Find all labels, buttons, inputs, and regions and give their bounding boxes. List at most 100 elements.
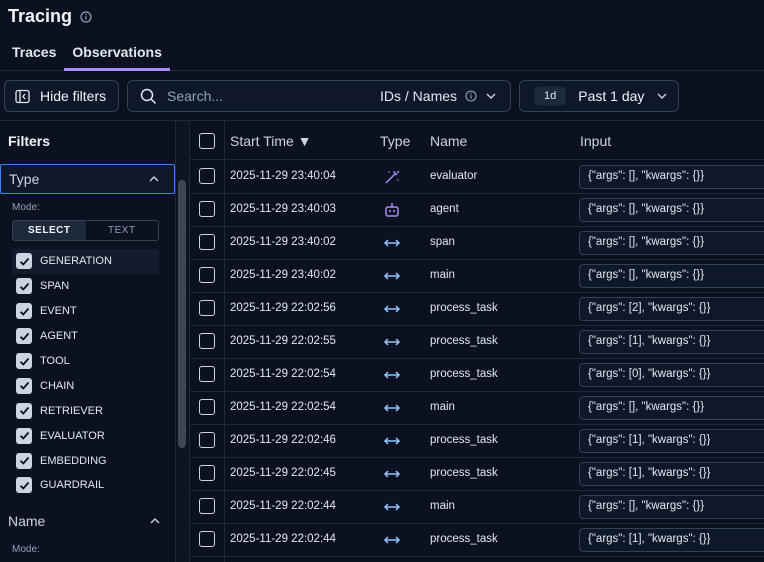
row-name[interactable]: span bbox=[430, 236, 455, 248]
table-row[interactable]: 2025-11-29 22:02:44 process_task {"args": … bbox=[190, 524, 764, 557]
row-name[interactable]: evaluator bbox=[430, 170, 477, 182]
checkbox-checked[interactable] bbox=[16, 452, 32, 469]
search-scope-select[interactable]: IDs / Names bbox=[380, 81, 497, 111]
row-input-preview[interactable]: {"args": [], "kwargs": {}} bbox=[579, 396, 764, 420]
type-filter-item[interactable]: RETRIEVER bbox=[12, 398, 159, 423]
row-name[interactable]: process_task bbox=[430, 467, 498, 479]
type-filter-item[interactable]: CHAIN bbox=[12, 373, 159, 398]
row-input-preview[interactable]: {"args": [1], "kwargs": {}} bbox=[579, 528, 764, 552]
check-icon bbox=[19, 282, 29, 291]
checkbox-checked[interactable] bbox=[16, 402, 32, 419]
row-checkbox[interactable] bbox=[199, 432, 215, 448]
table-row[interactable]: 2025-11-29 22:02:54 main {"args": [], "kwa… bbox=[190, 392, 764, 425]
span-icon bbox=[383, 466, 401, 482]
span-icon bbox=[383, 400, 401, 416]
row-input-preview[interactable]: {"args": [0], "kwargs": {}} bbox=[579, 363, 764, 387]
checkbox-checked[interactable] bbox=[16, 353, 32, 369]
filters-sidebar: Filters Type Mode: SELECT TEXT GENERATIO… bbox=[0, 121, 176, 562]
row-input-preview[interactable]: {"args": [], "kwargs": {}} bbox=[579, 264, 764, 288]
mode-select-option[interactable]: SELECT bbox=[13, 221, 86, 240]
row-input-preview[interactable]: {"args": [1], "kwargs": {}} bbox=[579, 429, 764, 453]
type-filter-item[interactable]: EMBEDDING bbox=[12, 448, 159, 473]
check-icon bbox=[19, 332, 29, 341]
type-filter-item[interactable]: EVENT bbox=[12, 299, 159, 324]
row-input-preview[interactable]: {"args": [1], "kwargs": {}} bbox=[579, 330, 764, 354]
table-row[interactable]: 2025-11-29 22:02:56 process_task {"args": … bbox=[190, 293, 764, 326]
col-start-time[interactable]: Start Time ▼ bbox=[230, 133, 312, 149]
type-filter-item[interactable]: EVALUATOR bbox=[12, 423, 159, 448]
row-checkbox[interactable] bbox=[199, 465, 215, 481]
row-name[interactable]: process_task bbox=[430, 434, 498, 446]
type-filter-item[interactable]: GENERATION bbox=[12, 249, 159, 274]
type-filter-item[interactable]: GUARDRAIL bbox=[12, 473, 159, 498]
row-checkbox[interactable] bbox=[199, 267, 215, 283]
row-name[interactable]: process_task bbox=[430, 302, 498, 314]
search-input[interactable] bbox=[167, 88, 367, 104]
checkbox-checked[interactable] bbox=[16, 427, 32, 444]
row-start-time: 2025-11-29 22:02:55 bbox=[230, 335, 336, 347]
type-filter-item[interactable]: AGENT bbox=[12, 324, 159, 349]
type-filter-item[interactable]: TOOL bbox=[12, 349, 159, 374]
type-filter-list: GENERATION SPAN EVENT AGENT TOOL CHAIN RETRIEV… bbox=[12, 249, 159, 498]
type-mode-toggle: SELECT TEXT bbox=[12, 220, 159, 241]
select-all-checkbox[interactable] bbox=[199, 133, 215, 149]
row-checkbox[interactable] bbox=[199, 234, 215, 250]
search-icon bbox=[140, 88, 157, 104]
checkbox-checked[interactable] bbox=[16, 377, 32, 394]
row-input-preview[interactable]: {"args": [1], "kwargs": {}} bbox=[579, 462, 764, 486]
row-name[interactable]: main bbox=[430, 500, 455, 512]
time-range-select[interactable]: 1d Past 1 day bbox=[519, 80, 679, 112]
col-input[interactable]: Input bbox=[580, 133, 611, 149]
row-input-preview[interactable]: {"args": [], "kwargs": {}} bbox=[579, 165, 764, 189]
checkbox-checked[interactable] bbox=[16, 477, 32, 494]
table-row[interactable]: 2025-11-29 22:02:54 process_task {"args": … bbox=[190, 359, 764, 392]
hide-filters-button[interactable]: Hide filters bbox=[4, 80, 119, 112]
table-row[interactable]: 2025-11-29 23:40:02 span {"args": [], "kwa… bbox=[190, 227, 764, 260]
row-name[interactable]: agent bbox=[430, 203, 459, 215]
table-row[interactable]: 2025-11-29 22:02:45 process_task {"args": … bbox=[190, 458, 764, 491]
filters-heading: Filters bbox=[8, 133, 51, 149]
col-type[interactable]: Type bbox=[380, 133, 410, 149]
table-row[interactable]: 2025-11-29 23:40:02 main {"args": [], "kwa… bbox=[190, 260, 764, 293]
row-name[interactable]: main bbox=[430, 401, 455, 413]
mode-text-option[interactable]: TEXT bbox=[86, 221, 159, 240]
type-filter-item[interactable]: SPAN bbox=[12, 274, 159, 299]
info-icon[interactable] bbox=[80, 10, 92, 23]
row-input-preview[interactable]: {"args": [], "kwargs": {}} bbox=[579, 495, 764, 519]
checkbox-checked[interactable] bbox=[16, 253, 32, 270]
sidebar-scrollbar-thumb[interactable] bbox=[178, 180, 186, 448]
checkbox-checked[interactable] bbox=[16, 303, 32, 320]
type-filter-header[interactable]: Type bbox=[0, 164, 175, 194]
type-mode-label: Mode: bbox=[12, 202, 40, 213]
row-input-preview[interactable]: {"args": [], "kwargs": {}} bbox=[579, 198, 764, 222]
observations-table: Start Time ▼ Type Name Input 2025-11-29 … bbox=[190, 121, 764, 562]
row-name[interactable]: process_task bbox=[430, 335, 498, 347]
col-name[interactable]: Name bbox=[430, 133, 467, 149]
row-checkbox[interactable] bbox=[199, 168, 215, 184]
row-checkbox[interactable] bbox=[199, 300, 215, 316]
span-icon bbox=[383, 268, 401, 284]
check-icon bbox=[19, 456, 29, 465]
tab-observations[interactable]: Observations bbox=[64, 40, 171, 71]
row-input-preview[interactable]: {"args": [2], "kwargs": {}} bbox=[579, 297, 764, 321]
row-checkbox[interactable] bbox=[199, 531, 215, 547]
span-icon bbox=[383, 532, 401, 548]
table-row[interactable]: 2025-11-29 22:02:55 process_task {"args": … bbox=[190, 326, 764, 359]
checkbox-checked[interactable] bbox=[16, 328, 32, 345]
row-checkbox[interactable] bbox=[199, 333, 215, 349]
row-checkbox[interactable] bbox=[199, 366, 215, 382]
table-row[interactable]: 2025-11-29 22:02:46 process_task {"args": … bbox=[190, 425, 764, 458]
row-name[interactable]: main bbox=[430, 269, 455, 281]
checkbox-checked[interactable] bbox=[16, 278, 32, 295]
row-input-preview[interactable]: {"args": [], "kwargs": {}} bbox=[579, 231, 764, 255]
row-checkbox[interactable] bbox=[199, 201, 215, 217]
table-row[interactable]: 2025-11-29 22:02:44 main {"args": [], "kwa… bbox=[190, 491, 764, 524]
row-name[interactable]: process_task bbox=[430, 368, 498, 380]
name-filter-header[interactable]: Name bbox=[0, 506, 175, 536]
table-row[interactable]: 2025-11-29 23:40:03 agent {"args": [], "kw… bbox=[190, 194, 764, 227]
tab-traces[interactable]: Traces bbox=[0, 40, 64, 71]
row-checkbox[interactable] bbox=[199, 498, 215, 514]
row-name[interactable]: process_task bbox=[430, 533, 498, 545]
row-checkbox[interactable] bbox=[199, 399, 215, 415]
table-row[interactable]: 2025-11-29 23:40:04 evaluator {"args": [],… bbox=[190, 161, 764, 194]
